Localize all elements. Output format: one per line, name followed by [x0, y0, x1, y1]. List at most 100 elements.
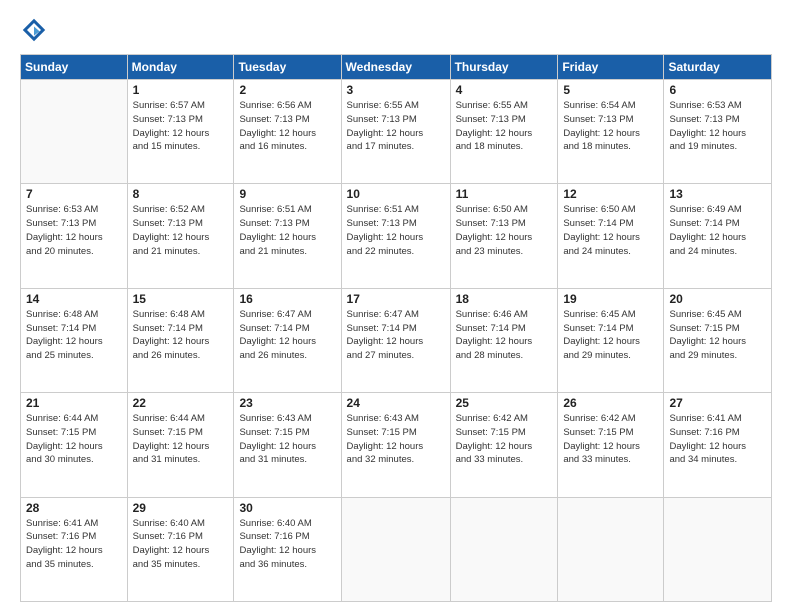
calendar-cell: 23 Sunrise: 6:43 AMSunset: 7:15 PMDayligh…: [234, 393, 341, 497]
calendar-cell: 20 Sunrise: 6:45 AMSunset: 7:15 PMDayligh…: [664, 288, 772, 392]
day-number: 8: [133, 187, 229, 201]
day-number: 18: [456, 292, 553, 306]
calendar-cell: 11 Sunrise: 6:50 AMSunset: 7:13 PMDayligh…: [450, 184, 558, 288]
weekday-header-row: SundayMondayTuesdayWednesdayThursdayFrid…: [21, 55, 772, 80]
day-info: Sunrise: 6:55 AMSunset: 7:13 PMDaylight:…: [347, 99, 445, 154]
calendar-cell: 25 Sunrise: 6:42 AMSunset: 7:15 PMDayligh…: [450, 393, 558, 497]
calendar-cell: 27Sunrise: 6:41 AMSunset: 7:16 PMDayligh…: [664, 393, 772, 497]
day-info: Sunrise: 6:46 AMSunset: 7:14 PMDaylight:…: [456, 308, 553, 363]
calendar-cell: 1Sunrise: 6:57 AMSunset: 7:13 PMDaylight…: [127, 80, 234, 184]
day-info: Sunrise: 6:43 AMSunset: 7:15 PMDaylight:…: [239, 412, 335, 467]
day-number: 17: [347, 292, 445, 306]
day-number: 6: [669, 83, 766, 97]
calendar-cell: 29 Sunrise: 6:40 AMSunset: 7:16 PMDayligh…: [127, 497, 234, 601]
day-number: 20: [669, 292, 766, 306]
day-info: Sunrise: 6:48 AMSunset: 7:14 PMDaylight:…: [133, 308, 229, 363]
day-info: Sunrise: 6:49 AMSunset: 7:14 PMDaylight:…: [669, 203, 766, 258]
day-number: 30: [239, 501, 335, 515]
day-number: 22: [133, 396, 229, 410]
day-info: Sunrise: 6:55 AMSunset: 7:13 PMDaylight:…: [456, 99, 553, 154]
day-info: Sunrise: 6:44 AMSunset: 7:15 PMDaylight:…: [133, 412, 229, 467]
day-info: Sunrise: 6:45 AMSunset: 7:15 PMDaylight:…: [669, 308, 766, 363]
calendar-cell: 16Sunrise: 6:47 AMSunset: 7:14 PMDayligh…: [234, 288, 341, 392]
calendar-cell: 22 Sunrise: 6:44 AMSunset: 7:15 PMDayligh…: [127, 393, 234, 497]
day-number: 15: [133, 292, 229, 306]
day-number: 12: [563, 187, 658, 201]
calendar-cell: 28Sunrise: 6:41 AMSunset: 7:16 PMDayligh…: [21, 497, 128, 601]
day-info: Sunrise: 6:51 AMSunset: 7:13 PMDaylight:…: [239, 203, 335, 258]
calendar-cell: 24 Sunrise: 6:43 AMSunset: 7:15 PMDayligh…: [341, 393, 450, 497]
calendar-table: SundayMondayTuesdayWednesdayThursdayFrid…: [20, 54, 772, 602]
day-info: Sunrise: 6:47 AMSunset: 7:14 PMDaylight:…: [347, 308, 445, 363]
calendar-cell: 6Sunrise: 6:53 AMSunset: 7:13 PMDaylight…: [664, 80, 772, 184]
calendar-cell: 2 Sunrise: 6:56 AMSunset: 7:13 PMDaylight…: [234, 80, 341, 184]
day-number: 5: [563, 83, 658, 97]
calendar-cell: 30 Sunrise: 6:40 AMSunset: 7:16 PMDayligh…: [234, 497, 341, 601]
day-number: 29: [133, 501, 229, 515]
day-number: 25: [456, 396, 553, 410]
calendar-cell: 19 Sunrise: 6:45 AMSunset: 7:14 PMDayligh…: [558, 288, 664, 392]
calendar-cell: 7 Sunrise: 6:53 AMSunset: 7:13 PMDaylight…: [21, 184, 128, 288]
day-number: 14: [26, 292, 122, 306]
calendar-cell: 5 Sunrise: 6:54 AMSunset: 7:13 PMDaylight…: [558, 80, 664, 184]
calendar-cell: 21Sunrise: 6:44 AMSunset: 7:15 PMDayligh…: [21, 393, 128, 497]
calendar-week-2: 7 Sunrise: 6:53 AMSunset: 7:13 PMDaylight…: [21, 184, 772, 288]
day-number: 23: [239, 396, 335, 410]
day-number: 24: [347, 396, 445, 410]
day-info: Sunrise: 6:51 AMSunset: 7:13 PMDaylight:…: [347, 203, 445, 258]
day-number: 28: [26, 501, 122, 515]
calendar-cell: [450, 497, 558, 601]
day-info: Sunrise: 6:43 AMSunset: 7:15 PMDaylight:…: [347, 412, 445, 467]
weekday-header-saturday: Saturday: [664, 55, 772, 80]
day-number: 7: [26, 187, 122, 201]
calendar-body: 1Sunrise: 6:57 AMSunset: 7:13 PMDaylight…: [21, 80, 772, 602]
day-number: 16: [239, 292, 335, 306]
day-info: Sunrise: 6:40 AMSunset: 7:16 PMDaylight:…: [133, 517, 229, 572]
calendar-cell: 18 Sunrise: 6:46 AMSunset: 7:14 PMDayligh…: [450, 288, 558, 392]
weekday-header-thursday: Thursday: [450, 55, 558, 80]
weekday-header-sunday: Sunday: [21, 55, 128, 80]
day-info: Sunrise: 6:50 AMSunset: 7:13 PMDaylight:…: [456, 203, 553, 258]
calendar-week-4: 21Sunrise: 6:44 AMSunset: 7:15 PMDayligh…: [21, 393, 772, 497]
day-info: Sunrise: 6:54 AMSunset: 7:13 PMDaylight:…: [563, 99, 658, 154]
weekday-header-tuesday: Tuesday: [234, 55, 341, 80]
calendar-cell: [664, 497, 772, 601]
day-number: 4: [456, 83, 553, 97]
day-info: Sunrise: 6:45 AMSunset: 7:14 PMDaylight:…: [563, 308, 658, 363]
weekday-header-wednesday: Wednesday: [341, 55, 450, 80]
calendar-week-5: 28Sunrise: 6:41 AMSunset: 7:16 PMDayligh…: [21, 497, 772, 601]
logo: [20, 16, 50, 44]
calendar-cell: 9 Sunrise: 6:51 AMSunset: 7:13 PMDaylight…: [234, 184, 341, 288]
day-number: 1: [133, 83, 229, 97]
day-number: 26: [563, 396, 658, 410]
calendar-cell: 17 Sunrise: 6:47 AMSunset: 7:14 PMDayligh…: [341, 288, 450, 392]
day-number: 9: [239, 187, 335, 201]
day-number: 2: [239, 83, 335, 97]
calendar-cell: 4 Sunrise: 6:55 AMSunset: 7:13 PMDaylight…: [450, 80, 558, 184]
day-info: Sunrise: 6:50 AMSunset: 7:14 PMDaylight:…: [563, 203, 658, 258]
day-info: Sunrise: 6:48 AMSunset: 7:14 PMDaylight:…: [26, 308, 122, 363]
calendar-cell: 14 Sunrise: 6:48 AMSunset: 7:14 PMDayligh…: [21, 288, 128, 392]
day-info: Sunrise: 6:52 AMSunset: 7:13 PMDaylight:…: [133, 203, 229, 258]
day-info: Sunrise: 6:42 AMSunset: 7:15 PMDaylight:…: [456, 412, 553, 467]
weekday-header-monday: Monday: [127, 55, 234, 80]
calendar-cell: 10 Sunrise: 6:51 AMSunset: 7:13 PMDayligh…: [341, 184, 450, 288]
day-info: Sunrise: 6:56 AMSunset: 7:13 PMDaylight:…: [239, 99, 335, 154]
day-number: 13: [669, 187, 766, 201]
calendar-cell: [558, 497, 664, 601]
calendar-cell: [21, 80, 128, 184]
day-number: 19: [563, 292, 658, 306]
day-number: 27: [669, 396, 766, 410]
weekday-header-friday: Friday: [558, 55, 664, 80]
day-info: Sunrise: 6:53 AMSunset: 7:13 PMDaylight:…: [26, 203, 122, 258]
day-number: 10: [347, 187, 445, 201]
day-info: Sunrise: 6:40 AMSunset: 7:16 PMDaylight:…: [239, 517, 335, 572]
calendar-cell: 3Sunrise: 6:55 AMSunset: 7:13 PMDaylight…: [341, 80, 450, 184]
calendar-week-1: 1Sunrise: 6:57 AMSunset: 7:13 PMDaylight…: [21, 80, 772, 184]
calendar-cell: 26 Sunrise: 6:42 AMSunset: 7:15 PMDayligh…: [558, 393, 664, 497]
page: SundayMondayTuesdayWednesdayThursdayFrid…: [0, 0, 792, 612]
day-info: Sunrise: 6:42 AMSunset: 7:15 PMDaylight:…: [563, 412, 658, 467]
day-number: 11: [456, 187, 553, 201]
header: [20, 16, 772, 44]
calendar-cell: [341, 497, 450, 601]
